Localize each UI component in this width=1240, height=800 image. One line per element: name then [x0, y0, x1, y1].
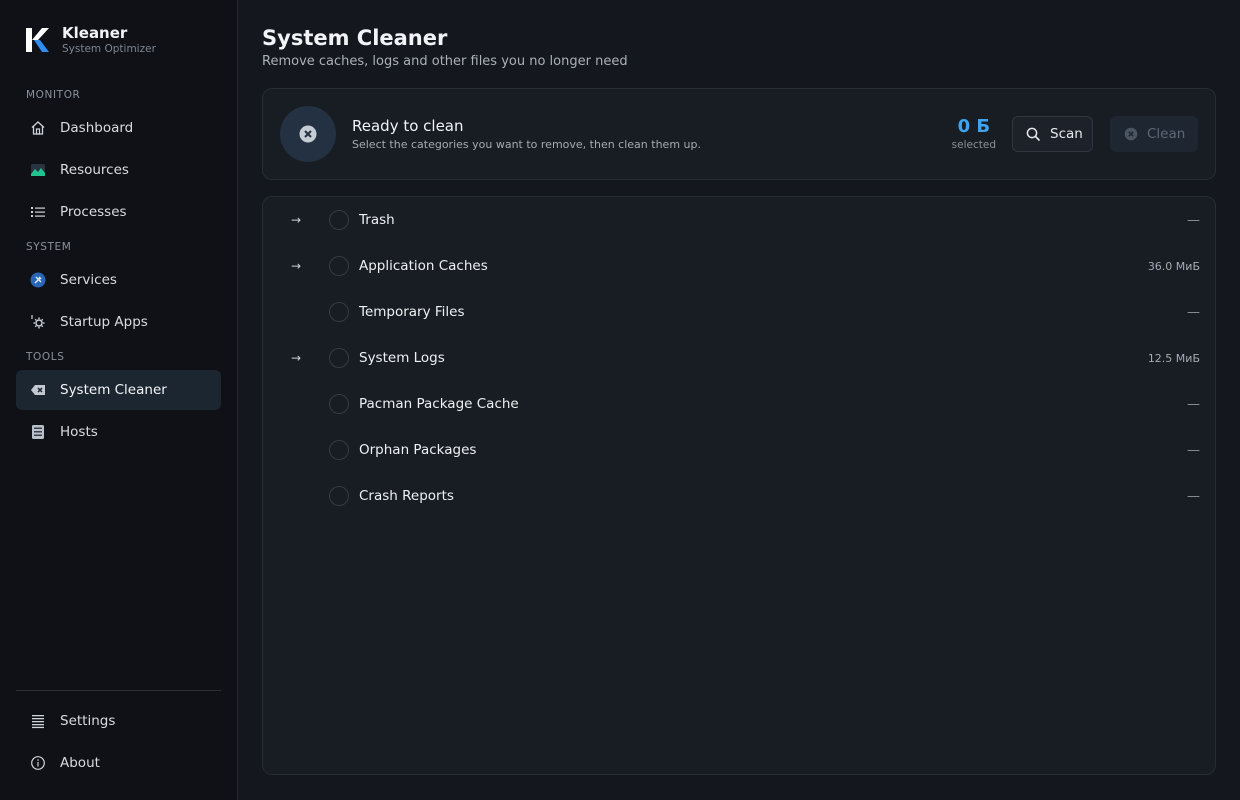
category-checkbox[interactable] [329, 348, 349, 368]
category-checkbox[interactable] [329, 256, 349, 276]
status-text: Ready to clean Select the categories you… [352, 116, 952, 153]
category-size: — [1187, 212, 1200, 228]
category-size: — [1187, 396, 1200, 412]
sidebar-item-label: About [60, 755, 100, 771]
menu-icon [30, 713, 46, 729]
category-size: — [1187, 488, 1200, 504]
status-title: Ready to clean [352, 116, 464, 135]
arrow-right-icon[interactable]: → [291, 213, 311, 227]
sidebar-item-label: Resources [60, 162, 129, 178]
category-name: Orphan Packages [359, 442, 477, 458]
sidebar-item-label: Processes [60, 204, 127, 220]
kleaner-logo-icon [26, 28, 49, 52]
category-row-trash[interactable]: → Trash — [263, 197, 1215, 243]
selected-size: 0 Б selected [952, 116, 996, 152]
section-label: TOOLS [26, 351, 65, 363]
category-list: → Trash — → Application Caches 36.0 МиБ … [262, 196, 1216, 775]
brand-name: Kleaner [62, 24, 128, 42]
category-name: Temporary Files [359, 304, 465, 320]
info-icon [30, 755, 46, 771]
scan-button[interactable]: Scan [1012, 116, 1093, 152]
category-name: Pacman Package Cache [359, 396, 519, 412]
sidebar-item-label: System Cleaner [60, 382, 167, 398]
list-icon [30, 204, 46, 220]
clean-button-label: Clean [1147, 126, 1186, 142]
sidebar-item-label: Dashboard [60, 120, 134, 136]
sidebar-item-processes[interactable]: Processes [16, 192, 221, 232]
backspace-icon [30, 382, 46, 398]
image-icon [30, 162, 46, 178]
category-row-application-caches[interactable]: → Application Caches 36.0 МиБ [263, 243, 1215, 289]
sidebar-item-startup-apps[interactable]: Startup Apps [16, 302, 221, 342]
sidebar-item-label: Services [60, 272, 117, 288]
category-size: 12.5 МиБ [1147, 351, 1200, 365]
app-window: Kleaner System Optimizer MONITOR Dashboa… [0, 0, 1240, 800]
gear-icon [30, 314, 46, 330]
category-checkbox[interactable] [329, 440, 349, 460]
section-label: MONITOR [26, 89, 81, 101]
arrow-right-icon[interactable]: → [291, 351, 311, 365]
category-row-pacman-package-cache[interactable]: Pacman Package Cache — [263, 381, 1215, 427]
category-size: — [1187, 442, 1200, 458]
category-name: Crash Reports [359, 488, 454, 504]
category-size: 36.0 МиБ [1147, 259, 1200, 273]
nav-section-tools: TOOLS System Cleaner Hosts [16, 350, 221, 452]
sidebar-item-about[interactable]: About [16, 743, 221, 783]
sidebar-item-hosts[interactable]: Hosts [16, 412, 221, 452]
sidebar-item-dashboard[interactable]: Dashboard [16, 108, 221, 148]
sidebar-item-system-cleaner[interactable]: System Cleaner [16, 370, 221, 410]
category-name: Trash [359, 212, 395, 228]
sidebar-item-resources[interactable]: Resources [16, 150, 221, 190]
tools-icon [30, 272, 46, 288]
selected-label: selected [951, 139, 996, 151]
status-description: Select the categories you want to remove… [352, 137, 701, 151]
sidebar-item-label: Hosts [60, 424, 98, 440]
category-checkbox[interactable] [329, 210, 349, 230]
status-indicator [280, 106, 336, 162]
sidebar-item-label: Startup Apps [60, 314, 148, 330]
category-checkbox[interactable] [329, 302, 349, 322]
category-name: System Logs [359, 350, 445, 366]
selected-value: 0 Б [957, 116, 991, 137]
nav-section-monitor: MONITOR Dashboard Resources Processes [16, 88, 221, 232]
page-title: System Cleaner [262, 26, 448, 50]
category-size: — [1187, 304, 1200, 320]
sidebar-item-settings[interactable]: Settings [16, 701, 221, 741]
status-card: Ready to clean Select the categories you… [262, 88, 1216, 180]
category-row-orphan-packages[interactable]: Orphan Packages — [263, 427, 1215, 473]
brand-subtitle: System Optimizer [62, 43, 156, 55]
category-row-temporary-files[interactable]: Temporary Files — [263, 289, 1215, 335]
scan-button-label: Scan [1050, 126, 1083, 142]
brand: Kleaner System Optimizer [16, 0, 221, 80]
section-label: SYSTEM [26, 241, 72, 253]
sidebar-item-label: Settings [60, 713, 116, 729]
category-row-system-logs[interactable]: → System Logs 12.5 МиБ [263, 335, 1215, 381]
divider [16, 690, 221, 691]
arrow-right-icon[interactable]: → [291, 259, 311, 273]
sidebar-bottom: Settings About [16, 690, 221, 785]
home-icon [30, 120, 46, 136]
server-icon [30, 424, 46, 440]
sidebar-item-services[interactable]: Services [16, 260, 221, 300]
clear-icon [1124, 127, 1138, 141]
category-checkbox[interactable] [329, 394, 349, 414]
clean-button[interactable]: Clean [1110, 116, 1198, 152]
category-name: Application Caches [359, 258, 488, 274]
sidebar: Kleaner System Optimizer MONITOR Dashboa… [0, 0, 238, 800]
category-row-crash-reports[interactable]: Crash Reports — [263, 473, 1215, 519]
main-content: System Cleaner Remove caches, logs and o… [238, 0, 1240, 800]
page-subtitle: Remove caches, logs and other files you … [262, 54, 628, 69]
nav-section-system: SYSTEM Services Startup Apps [16, 240, 221, 342]
clear-icon [299, 125, 317, 143]
category-checkbox[interactable] [329, 486, 349, 506]
search-icon [1026, 127, 1041, 142]
